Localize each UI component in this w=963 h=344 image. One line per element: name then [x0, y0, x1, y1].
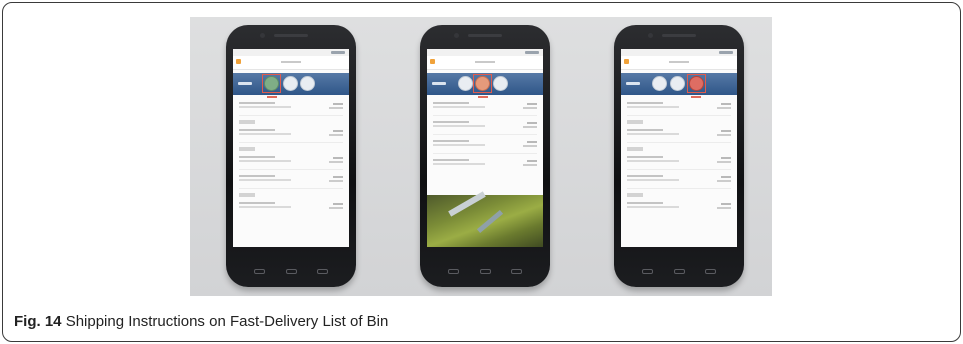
speaker-grille [662, 34, 696, 37]
status-bar [427, 49, 543, 56]
bin-banner [621, 73, 737, 95]
list-item [627, 128, 731, 138]
status-icons [525, 51, 539, 54]
list-item [433, 120, 537, 130]
highlight-label [691, 96, 701, 98]
banner-label [626, 82, 640, 85]
delivery-list [427, 95, 543, 168]
figure-caption: Fig. 14 Shipping Instructions on Fast-De… [14, 313, 388, 330]
list-item [627, 174, 731, 184]
status-icons [719, 51, 733, 54]
status-bar [621, 49, 737, 56]
phone-mockup-3 [614, 25, 744, 287]
banner-label [238, 82, 252, 85]
home-icon [674, 269, 685, 274]
banner-label [432, 82, 446, 85]
delivery-list [233, 95, 349, 211]
action-bar [427, 56, 543, 70]
back-icon [254, 269, 265, 274]
list-item [433, 139, 537, 149]
app-icon [430, 59, 435, 64]
list-item [627, 101, 731, 111]
camera-icon [454, 33, 459, 38]
phone-mockup-2 [420, 25, 550, 287]
back-icon [642, 269, 653, 274]
list-item [433, 158, 537, 168]
back-icon [448, 269, 459, 274]
caption-text: Shipping Instructions on Fast-Delivery L… [65, 313, 389, 330]
list-item [627, 155, 731, 165]
speaker-grille [468, 34, 502, 37]
highlight-label [267, 96, 277, 98]
recents-icon [705, 269, 716, 274]
instruction-icon [458, 76, 473, 91]
nav-bar [420, 266, 550, 278]
section-header [239, 147, 255, 151]
recents-icon [317, 269, 328, 274]
screen-title [281, 61, 301, 63]
instruction-icon [300, 76, 315, 91]
delivery-list [621, 95, 737, 211]
action-bar [233, 56, 349, 70]
list-item [239, 155, 343, 165]
instruction-icon [689, 76, 704, 91]
instruction-icon [264, 76, 279, 91]
instruction-icon [475, 76, 490, 91]
section-header [627, 120, 643, 124]
instruction-icon [493, 76, 508, 91]
app-icon [624, 59, 629, 64]
status-bar [233, 49, 349, 56]
home-icon [480, 269, 491, 274]
camera-photo [427, 191, 543, 247]
status-icons [331, 51, 345, 54]
section-header [239, 193, 255, 197]
section-header [627, 147, 643, 151]
home-icon [286, 269, 297, 274]
camera-icon [648, 33, 653, 38]
phone-screen [621, 49, 737, 247]
list-item [239, 128, 343, 138]
app-icon [236, 59, 241, 64]
instruction-icon [283, 76, 298, 91]
figure-image [190, 17, 772, 296]
recents-icon [511, 269, 522, 274]
instruction-icon [652, 76, 667, 91]
screen-title [669, 61, 689, 63]
phone-screen [427, 49, 543, 247]
action-bar [621, 56, 737, 70]
list-item [239, 201, 343, 211]
instruction-icon [670, 76, 685, 91]
figure-label: Fig. 14 [14, 313, 62, 330]
highlight-label [478, 96, 488, 98]
screen-title [475, 61, 495, 63]
list-item [627, 201, 731, 211]
bin-banner [233, 73, 349, 95]
list-item [239, 174, 343, 184]
phone-screen [233, 49, 349, 247]
phone-mockup-1 [226, 25, 356, 287]
section-header [627, 193, 643, 197]
nav-bar [226, 266, 356, 278]
section-header [239, 120, 255, 124]
list-item [239, 101, 343, 111]
bin-banner [427, 73, 543, 95]
nav-bar [614, 266, 744, 278]
list-item [433, 101, 537, 111]
camera-icon [260, 33, 265, 38]
speaker-grille [274, 34, 308, 37]
